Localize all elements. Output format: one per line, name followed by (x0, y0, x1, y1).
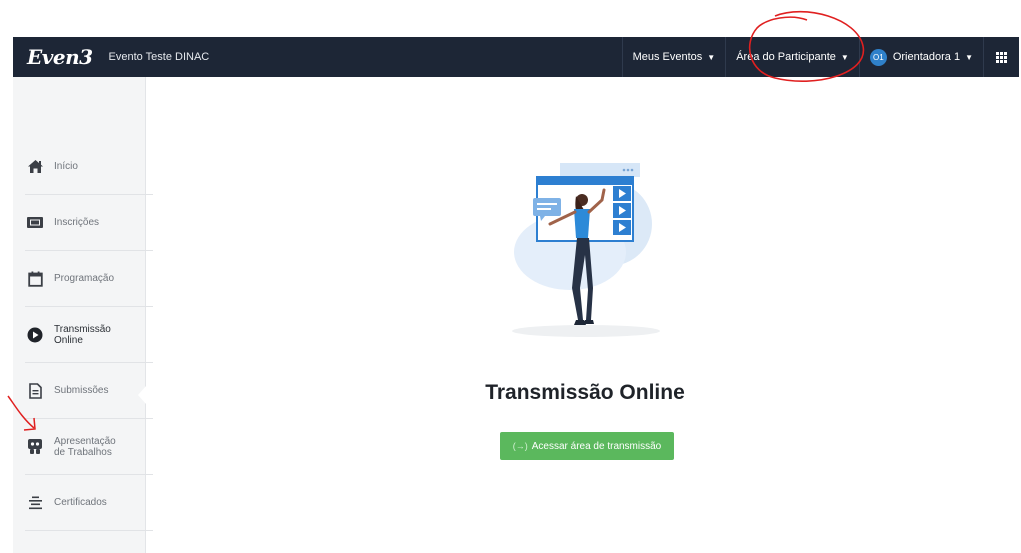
sidebar-menu: Início Inscrições Programação Transmissã… (25, 139, 153, 531)
sign-in-icon: (→) (512, 441, 528, 451)
my-events-menu[interactable]: Meus Eventos ▼ (621, 37, 726, 77)
page-title: Transmissão Online (485, 381, 685, 404)
navbar-right: Meus Eventos ▼ Área do Participante ▼ O1… (621, 37, 1019, 77)
event-name[interactable]: Evento Teste DINAC (109, 51, 210, 63)
apps-grid-icon (996, 51, 1007, 63)
caret-down-icon: ▼ (965, 52, 973, 62)
streaming-illustration (512, 163, 660, 337)
top-navbar: Even3 Evento Teste DINAC Meus Eventos ▼ … (13, 37, 1019, 77)
presentation-icon (25, 438, 45, 455)
sidebar-item-label: Certificados (54, 497, 107, 508)
sidebar: Início Inscrições Programação Transmissã… (13, 77, 153, 553)
sidebar-item-inscricoes[interactable]: Inscrições (25, 195, 153, 251)
sidebar-item-apresentacao-trabalhos[interactable]: Apresentação de Trabalhos (25, 419, 153, 475)
sidebar-item-label: Início (54, 161, 78, 172)
avatar: O1 (869, 48, 887, 66)
my-events-label: Meus Eventos (632, 51, 703, 63)
participant-area-label: Área do Participante (736, 51, 836, 63)
play-circle-icon (25, 327, 45, 343)
sidebar-item-label: Submissões (54, 385, 109, 396)
sidebar-item-submissoes[interactable]: Submissões (25, 363, 153, 419)
ticket-icon (25, 216, 45, 229)
even3-logo[interactable]: Even3 (27, 45, 93, 69)
sidebar-item-certificados[interactable]: Certificados (25, 475, 153, 531)
sidebar-item-label: Transmissão Online (54, 323, 111, 346)
page: Even3 Evento Teste DINAC Meus Eventos ▼ … (0, 0, 1021, 553)
certificate-icon (25, 496, 45, 510)
calendar-icon (25, 271, 45, 287)
user-name: Orientadora 1 (892, 51, 961, 63)
sidebar-item-transmissao-online[interactable]: Transmissão Online (25, 307, 153, 363)
sidebar-item-label: Inscrições (54, 217, 100, 228)
user-menu[interactable]: O1 Orientadora 1 ▼ (858, 37, 983, 77)
apps-menu-button[interactable] (983, 37, 1019, 77)
participant-area-menu[interactable]: Área do Participante ▼ (725, 37, 859, 77)
active-item-indicator (138, 386, 146, 404)
sidebar-item-label: Apresentação de Trabalhos (54, 435, 116, 458)
caret-down-icon: ▼ (707, 52, 716, 62)
document-icon (25, 382, 45, 399)
access-transmission-button[interactable]: (→) Acessar área de transmissão (500, 432, 674, 460)
sidebar-item-label: Programação (54, 273, 115, 284)
home-icon (25, 159, 45, 174)
caret-down-icon: ▼ (840, 52, 849, 62)
sidebar-item-inicio[interactable]: Início (25, 139, 153, 195)
access-transmission-label: Acessar área de transmissão (531, 440, 662, 452)
sidebar-item-programacao[interactable]: Programação (25, 251, 153, 307)
